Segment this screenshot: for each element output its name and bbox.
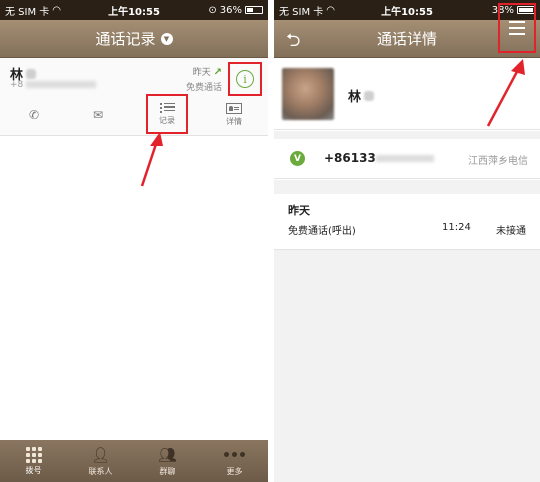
menu-button[interactable] [498,3,536,53]
menu-icon [509,21,525,23]
blurred-text [375,155,434,162]
envelope-icon: ✉ [92,108,104,122]
nav-title-dropdown[interactable]: 通话记录 ▼ [95,28,173,49]
dial-button[interactable]: ✆ [14,94,54,136]
info-icon: i [236,70,254,88]
person-icon: 👤︎ [90,445,111,464]
wifi-icon: ◠ [52,4,62,16]
annotation-arrow [140,132,163,187]
contact-name: 林 [348,86,375,105]
tab-more[interactable]: 更多 [205,446,265,477]
outgoing-call-icon: ↗ [213,67,222,78]
call-time: 昨天 ↗ [192,67,222,78]
details-button[interactable]: 详情 [214,94,254,136]
call-record: 昨天 免费通话(呼出) 11:24 未接通 [274,194,540,250]
empty-area [274,250,540,482]
more-icon [224,446,245,464]
wifi-icon: ◠ [326,4,336,16]
phone-number: +86133 [324,151,434,165]
phone-icon: ✆ [28,108,40,122]
tab-contacts[interactable]: 👤︎ 联系人 [71,446,131,477]
carrier-label: 无 SIM 卡 [279,6,324,18]
tab-group-chat[interactable]: 👥︎ 群聊 [138,446,198,477]
phone-number-row[interactable]: V +86133 江西萍乡电信 [274,139,540,179]
tab-dial[interactable]: 拨号 [4,446,64,476]
carrier-label: 无 SIM 卡 [5,6,50,18]
details-label: 详情 [226,117,242,126]
battery-icon [245,6,263,14]
tab-bar: 拨号 👤︎ 联系人 👥︎ 群聊 更多 [0,440,268,482]
call-log-item[interactable]: 林 +8 昨天 ↗ 免费通话 i ✆ ✉ 记录 详情 [0,58,268,136]
status-time: 上午10:55 [108,6,160,18]
records-label: 记录 [159,115,175,125]
contact-profile: 林 [274,58,540,130]
divider [274,180,540,194]
contact-card-icon [226,103,242,114]
record-time: 11:24 [442,222,471,233]
list-icon [159,102,175,113]
verified-badge: V [290,151,305,166]
call-type: 免费通话 [185,83,222,93]
call-details-screen: 无 SIM 卡 ◠ 上午10:55 38% 通话详情 ⮌ 林 V +86133 … [274,0,540,482]
carrier-location: 江西萍乡电信 [468,156,528,167]
call-action-row: ✆ ✉ 记录 详情 [0,94,268,136]
chevron-down-icon: ▼ [160,32,173,45]
group-icon: 👥︎ [157,445,178,464]
records-button[interactable]: 记录 [146,94,188,134]
avatar[interactable] [282,68,334,120]
lock-icon: ⊙ [208,4,217,16]
record-status: 未接通 [496,226,526,237]
back-button[interactable]: ⮌ [286,28,300,58]
status-time: 上午10:55 [381,6,433,18]
call-log-screen: 无 SIM 卡 ◠ 上午10:55 ⊙ 36% 通话记录 ▼ 林 +8 昨天 ↗… [0,0,268,482]
page-title: 通话详情 [376,30,437,48]
message-button[interactable]: ✉ [78,94,118,136]
blurred-text [364,91,375,101]
divider [274,131,540,139]
keypad-icon [25,446,42,463]
blurred-text [26,81,97,88]
info-button[interactable]: i [228,62,262,96]
status-bar: 无 SIM 卡 ◠ 上午10:55 ⊙ 36% [0,0,268,20]
contact-number: +8 [10,80,97,90]
battery-percent: 36% [219,4,242,16]
record-date: 昨天 [288,204,310,217]
record-type: 免费通话(呼出) [288,226,356,237]
nav-bar: 通话记录 ▼ [0,20,268,58]
back-arrow-icon: ⮌ [286,30,301,51]
blurred-text [26,69,37,79]
page-title: 通话记录 [95,30,156,48]
